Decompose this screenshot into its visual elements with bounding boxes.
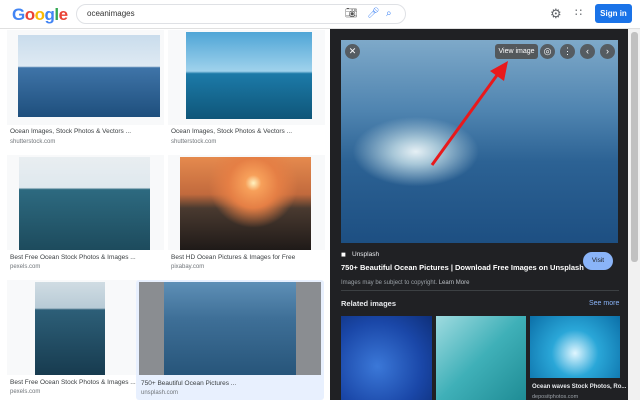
search-icon[interactable]: ⌕ (386, 8, 392, 19)
site-name[interactable]: Unsplash (352, 251, 379, 258)
related-image[interactable] (436, 316, 526, 400)
result-card[interactable]: Best HD Ocean Pictures & Images for Free… (168, 155, 325, 273)
result-image[interactable] (35, 282, 105, 375)
see-more-link[interactable]: See more (589, 300, 619, 307)
result-title[interactable]: Best Free Ocean Stock Photos & Images ..… (10, 254, 136, 261)
related-images-heading: Related images (341, 299, 397, 308)
result-source: pexels.com (10, 389, 41, 395)
lens-icon[interactable]: ◎ (540, 44, 555, 59)
search-input[interactable]: oceanimages (87, 9, 135, 18)
result-image[interactable] (186, 32, 312, 119)
red-arrow-annotation (430, 61, 508, 166)
related-image[interactable] (341, 316, 432, 400)
result-source: shutterstock.com (10, 139, 56, 145)
next-icon[interactable]: › (600, 44, 615, 59)
apps-grid-icon[interactable]: ∷ (575, 6, 582, 19)
result-image[interactable] (18, 35, 160, 117)
unsplash-logo-icon: ■ (341, 250, 346, 259)
result-card[interactable]: Ocean Images, Stock Photos & Vectors ...… (168, 30, 325, 148)
result-image[interactable] (19, 157, 150, 250)
result-card[interactable]: Best Free Ocean Stock Photos & Images ..… (7, 155, 164, 273)
result-source: shutterstock.com (171, 139, 217, 145)
learn-more-link[interactable]: Learn More (439, 280, 470, 286)
sign-in-button[interactable]: Sign in (595, 4, 632, 23)
result-title[interactable]: Ocean Images, Stock Photos & Vectors ... (171, 128, 292, 135)
result-image[interactable] (180, 157, 311, 250)
camera-icon[interactable]: 📷︎ (345, 8, 358, 19)
result-title[interactable]: Best Free Ocean Stock Photos & Images ..… (10, 379, 136, 386)
result-title[interactable]: 750+ Beautiful Ocean Pictures ... (141, 380, 236, 387)
result-image[interactable] (164, 282, 296, 375)
result-card-selected[interactable]: 750+ Beautiful Ocean Pictures ... unspla… (136, 280, 324, 400)
google-logo[interactable]: Google (12, 5, 68, 25)
previous-icon[interactable]: ‹ (580, 44, 595, 59)
search-box[interactable]: oceanimages 📷︎ 🎤︎ ⌕ (76, 4, 406, 24)
preview-title[interactable]: 750+ Beautiful Ocean Pictures | Download… (341, 263, 584, 272)
result-source: pexels.com (10, 264, 41, 270)
copyright-notice: Images may be subject to copyright. (341, 280, 438, 286)
result-source: unsplash.com (141, 390, 179, 396)
divider (341, 290, 619, 291)
microphone-icon[interactable]: 🎤︎ (367, 8, 380, 19)
header: Google oceanimages 📷︎ 🎤︎ ⌕ ⚙ ∷ Sign in (0, 0, 640, 29)
related-image[interactable] (530, 316, 620, 378)
scrollbar-thumb[interactable] (631, 32, 638, 262)
gear-icon[interactable]: ⚙ (550, 6, 562, 22)
more-options-icon[interactable]: ⋮ (560, 44, 575, 59)
related-caption[interactable]: Ocean waves Stock Photos, Ro... (532, 384, 626, 390)
related-source: depositphotos.com (532, 394, 579, 400)
close-icon[interactable]: ✕ (345, 44, 360, 59)
result-title[interactable]: Ocean Images, Stock Photos & Vectors ... (10, 128, 131, 135)
visit-button[interactable]: Visit (583, 252, 613, 270)
result-title[interactable]: Best HD Ocean Pictures & Images for Free (171, 254, 295, 261)
result-source: pixabay.com (171, 264, 205, 270)
result-card[interactable]: Ocean Images, Stock Photos & Vectors ...… (7, 30, 164, 148)
